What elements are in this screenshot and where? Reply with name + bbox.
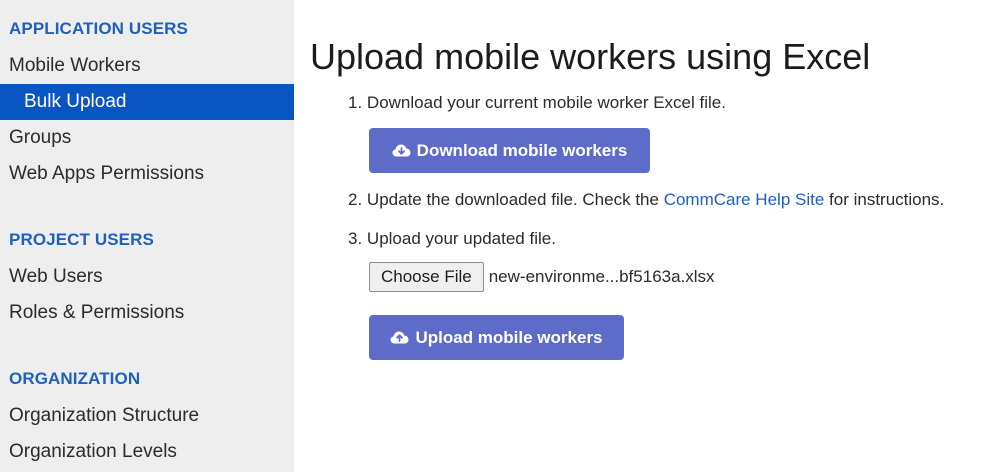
- section-title-application-users: APPLICATION USERS: [9, 19, 188, 38]
- sidebar: APPLICATION USERS Mobile Workers Bulk Up…: [0, 0, 294, 472]
- step-3-number: 3.: [348, 229, 363, 248]
- cloud-upload-icon: [390, 330, 409, 345]
- sidebar-item-groups[interactable]: Groups: [0, 120, 294, 156]
- page-title: Upload mobile workers using Excel: [310, 36, 871, 77]
- cloud-download-icon: [392, 143, 411, 158]
- sidebar-item-web-users[interactable]: Web Users: [0, 259, 294, 295]
- choose-file-button[interactable]: Choose File: [369, 262, 484, 292]
- step-2-text-before: Update the downloaded file. Check the: [366, 190, 664, 209]
- file-input: Choose File new-environme...bf5163a.xlsx: [369, 262, 715, 292]
- step-3-text: Upload your updated file.: [366, 229, 556, 248]
- step-1-number: 1.: [348, 93, 363, 112]
- sidebar-item-organization-structure[interactable]: Organization Structure: [0, 398, 294, 434]
- commcare-help-site-link[interactable]: CommCare Help Site: [664, 190, 825, 209]
- step-1-text: Download your current mobile worker Exce…: [366, 93, 726, 112]
- section-title-organization: ORGANIZATION: [9, 369, 141, 388]
- download-mobile-workers-button[interactable]: Download mobile workers: [369, 128, 650, 173]
- step-2: 2. Update the downloaded file. Check the…: [348, 190, 944, 210]
- sidebar-item-bulk-upload[interactable]: Bulk Upload: [0, 84, 294, 120]
- step-3: 3. Upload your updated file.: [348, 229, 556, 249]
- selected-file-name: new-environme...bf5163a.xlsx: [488, 267, 715, 286]
- sidebar-item-web-apps-permissions[interactable]: Web Apps Permissions: [0, 156, 294, 192]
- sidebar-item-roles-permissions[interactable]: Roles & Permissions: [0, 295, 294, 331]
- upload-mobile-workers-button[interactable]: Upload mobile workers: [369, 315, 624, 360]
- download-button-label: Download mobile workers: [416, 140, 628, 160]
- app-layout: APPLICATION USERS Mobile Workers Bulk Up…: [0, 0, 993, 472]
- main-content: Upload mobile workers using Excel 1. Dow…: [294, 0, 993, 472]
- upload-button-label: Upload mobile workers: [415, 327, 603, 347]
- step-2-text-after: for instructions.: [824, 190, 945, 209]
- sidebar-item-mobile-workers[interactable]: Mobile Workers: [0, 48, 294, 84]
- sidebar-item-organization-levels[interactable]: Organization Levels: [0, 434, 294, 470]
- section-title-project-users: PROJECT USERS: [9, 230, 154, 249]
- step-2-number: 2.: [348, 190, 363, 209]
- step-1: 1. Download your current mobile worker E…: [348, 93, 726, 113]
